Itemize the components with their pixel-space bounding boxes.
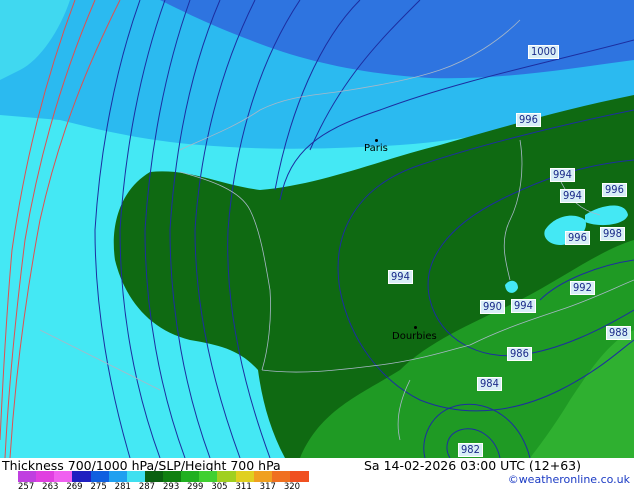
city-label-dourbies: Dourbies — [392, 331, 437, 342]
color-scale-swatch — [144, 471, 164, 482]
credit-link[interactable]: ©weatheronline.co.uk — [508, 473, 630, 486]
map-datetime: Sa 14-02-2026 03:00 UTC (12+63) — [364, 458, 581, 473]
isobar-label: 994 — [511, 299, 536, 313]
isobar-label: 996 — [516, 113, 541, 127]
color-scale-swatch — [289, 471, 309, 482]
color-scale-tick: 299 — [187, 482, 204, 492]
color-scale-swatch — [181, 471, 200, 482]
isobar-label: 994 — [560, 189, 585, 203]
color-scale-tick: 275 — [90, 482, 107, 492]
isobar-label: 986 — [507, 347, 532, 361]
footer: Thickness 700/1000 hPa/SLP/Height 700 hP… — [0, 458, 634, 492]
isobar-label: 994 — [550, 168, 575, 182]
color-scale-swatch — [36, 471, 55, 482]
isobar-label: 988 — [606, 326, 631, 340]
color-scale-swatch — [235, 471, 255, 482]
color-scale-tick: 263 — [42, 482, 59, 492]
color-scale-tick: 317 — [259, 482, 276, 492]
color-scale-swatch — [18, 471, 37, 482]
color-scale-swatch — [199, 471, 218, 482]
color-scale-tick: 305 — [211, 482, 228, 492]
city-marker-dourbies — [414, 326, 417, 329]
isobar-label: 998 — [600, 227, 625, 241]
map-canvas — [0, 0, 634, 459]
color-scale-swatch — [217, 471, 236, 482]
color-scale-swatch — [90, 471, 110, 482]
isobar-label: 992 — [570, 281, 595, 295]
isobar-label: 994 — [388, 270, 413, 284]
color-scale — [18, 471, 309, 482]
city-marker-paris — [375, 139, 378, 142]
color-scale-swatch — [108, 471, 128, 482]
color-scale-swatch — [163, 471, 182, 482]
color-scale-tick: 257 — [18, 482, 35, 492]
isobar-label: 984 — [477, 377, 502, 391]
isobar-label: 982 — [458, 443, 483, 457]
isobar-label: 990 — [480, 300, 505, 314]
color-scale-swatch — [72, 471, 91, 482]
color-scale-tick: 293 — [163, 482, 180, 492]
color-scale-swatch — [126, 471, 146, 482]
isobar-label: 1000 — [528, 45, 560, 59]
weather-map: 1000 996 994 994 996 996 998 994 992 990… — [0, 0, 634, 459]
isobar-label: 996 — [565, 231, 590, 245]
city-label-paris: Paris — [364, 143, 388, 154]
isobar-label: 996 — [602, 183, 627, 197]
color-scale-tick: 311 — [235, 482, 252, 492]
color-scale-tick: 320 — [283, 482, 301, 492]
color-scale-tick: 269 — [66, 482, 83, 492]
color-scale-tick: 287 — [138, 482, 156, 492]
color-scale-swatch — [54, 471, 73, 482]
color-scale-tick: 281 — [114, 482, 131, 492]
color-scale-swatch — [253, 471, 273, 482]
color-scale-swatch — [271, 471, 291, 482]
